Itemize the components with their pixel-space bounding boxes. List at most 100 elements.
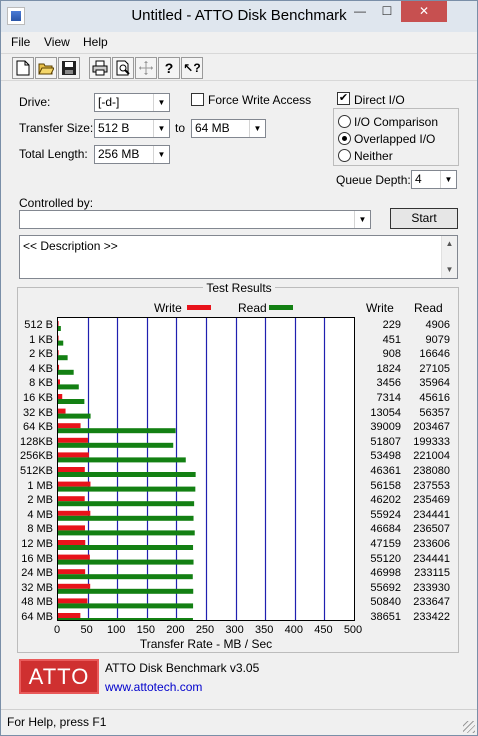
row-label: 2 KB (29, 348, 53, 361)
io-comparison-radio[interactable] (338, 115, 351, 128)
x-axis-label: Transfer Rate - MB / Sec (139, 637, 273, 651)
chart-plot-area (57, 317, 355, 623)
write-bar (58, 613, 81, 618)
website-link[interactable]: www.attotech.com (105, 680, 202, 694)
x-tick-label: 350 (255, 624, 274, 636)
menu-help[interactable]: Help (83, 35, 108, 49)
read-value: 238080 (413, 465, 450, 477)
transfer-size-from-select[interactable]: 512 B ▼ (94, 119, 170, 138)
app-window: Untitled - ATTO Disk Benchmark — ☐ ✕ Fil… (0, 0, 478, 736)
legend-write-label: Write (154, 301, 182, 315)
write-value: 39009 (370, 421, 401, 434)
write-bar (58, 569, 86, 575)
print-preview-icon[interactable] (112, 57, 134, 79)
read-bar (58, 472, 196, 477)
x-tick-label: 300 (225, 624, 244, 636)
chevron-down-icon[interactable]: ▼ (440, 171, 456, 188)
transfer-from-value: 512 B (98, 121, 130, 135)
write-value: 229 (382, 319, 401, 331)
controlled-by-label: Controlled by: (19, 196, 94, 210)
force-write-access-label[interactable]: Force Write Access (208, 93, 311, 107)
write-bar (58, 525, 85, 531)
move-icon[interactable] (135, 57, 157, 79)
transfer-rate-chart (58, 318, 326, 623)
write-value: 3456 (376, 377, 401, 390)
read-value: 4906 (425, 319, 450, 331)
x-tick-label: 0 (53, 624, 61, 636)
write-value: 55924 (370, 508, 401, 521)
start-button[interactable]: Start (390, 208, 458, 229)
neither-radio[interactable] (338, 149, 351, 162)
chevron-down-icon[interactable]: ▼ (153, 146, 169, 163)
maximize-button[interactable]: ☐ (374, 1, 400, 22)
write-bar (58, 394, 63, 399)
scroll-up-icon[interactable]: ▲ (442, 236, 457, 252)
transfer-size-to-select[interactable]: 64 MB ▼ (191, 119, 266, 138)
row-label: 24 MB (21, 567, 53, 580)
write-value: 55120 (370, 552, 401, 565)
new-file-icon[interactable] (12, 57, 34, 79)
results-title: Test Results (203, 281, 275, 295)
scroll-down-icon[interactable]: ▼ (442, 262, 457, 278)
read-bar (58, 428, 176, 434)
menu-file[interactable]: File (11, 35, 30, 49)
direct-io-label[interactable]: Direct I/O (354, 93, 405, 107)
overlapped-io-radio[interactable] (338, 132, 351, 145)
read-value: 233422 (413, 611, 450, 623)
title-bar[interactable]: Untitled - ATTO Disk Benchmark — ☐ ✕ (1, 1, 477, 32)
menu-view[interactable]: View (44, 35, 70, 49)
chevron-down-icon[interactable]: ▼ (354, 211, 370, 228)
read-bar (58, 574, 193, 580)
legend-read-label: Read (238, 301, 267, 315)
chevron-down-icon[interactable]: ▼ (153, 120, 169, 137)
resize-grip-icon[interactable] (463, 721, 475, 733)
controlled-by-select[interactable]: ▼ (19, 210, 371, 229)
write-value: 1824 (376, 362, 401, 375)
neither-label[interactable]: Neither (354, 149, 393, 163)
row-label: 48 MB (21, 596, 53, 609)
row-label: 4 MB (27, 508, 53, 521)
write-value: 47159 (370, 538, 401, 550)
row-label: 1 KB (29, 333, 53, 346)
write-bar (58, 423, 81, 429)
write-value: 50840 (370, 596, 401, 609)
write-bar (58, 510, 91, 516)
minimize-button[interactable]: — (347, 1, 373, 22)
open-folder-icon[interactable] (35, 57, 57, 79)
write-value: 46361 (370, 465, 401, 477)
drive-select[interactable]: [-d-] ▼ (94, 93, 170, 112)
context-help-icon[interactable]: ↖? (181, 57, 203, 79)
print-icon[interactable] (89, 57, 111, 79)
write-bar (58, 467, 85, 472)
write-column-header: Write (366, 301, 394, 315)
row-label: 512 B (24, 319, 53, 331)
chevron-down-icon[interactable]: ▼ (249, 120, 265, 137)
queue-depth-select[interactable]: 4 ▼ (411, 170, 457, 189)
force-write-access-checkbox[interactable] (191, 93, 204, 106)
description-scrollbar[interactable]: ▲ ▼ (441, 236, 457, 278)
direct-io-checkbox[interactable]: ✔ (337, 92, 350, 105)
io-comparison-label[interactable]: I/O Comparison (354, 115, 438, 129)
read-bar (58, 442, 174, 448)
read-value: 56357 (419, 406, 450, 419)
x-tick-label: 250 (195, 624, 215, 636)
write-value: 55692 (370, 581, 401, 594)
write-bar (58, 598, 88, 604)
read-bar (58, 530, 195, 536)
write-bar (58, 321, 59, 326)
read-bar (58, 457, 186, 463)
read-value: 35964 (419, 377, 450, 390)
x-tick-label: 450 (314, 624, 333, 636)
save-icon[interactable] (58, 57, 80, 79)
description-textbox[interactable]: << Description >> ▲ ▼ (19, 235, 458, 279)
chevron-down-icon[interactable]: ▼ (153, 94, 169, 111)
close-button[interactable]: ✕ (401, 1, 447, 22)
status-bar: For Help, press F1 (1, 709, 477, 735)
row-label: 256KB (19, 450, 53, 463)
write-bar (58, 335, 59, 341)
total-length-select[interactable]: 256 MB ▼ (94, 145, 170, 164)
read-value: 199333 (413, 435, 450, 448)
help-icon[interactable]: ? (158, 57, 180, 79)
read-value: 237553 (413, 479, 450, 492)
overlapped-io-label[interactable]: Overlapped I/O (354, 132, 435, 146)
